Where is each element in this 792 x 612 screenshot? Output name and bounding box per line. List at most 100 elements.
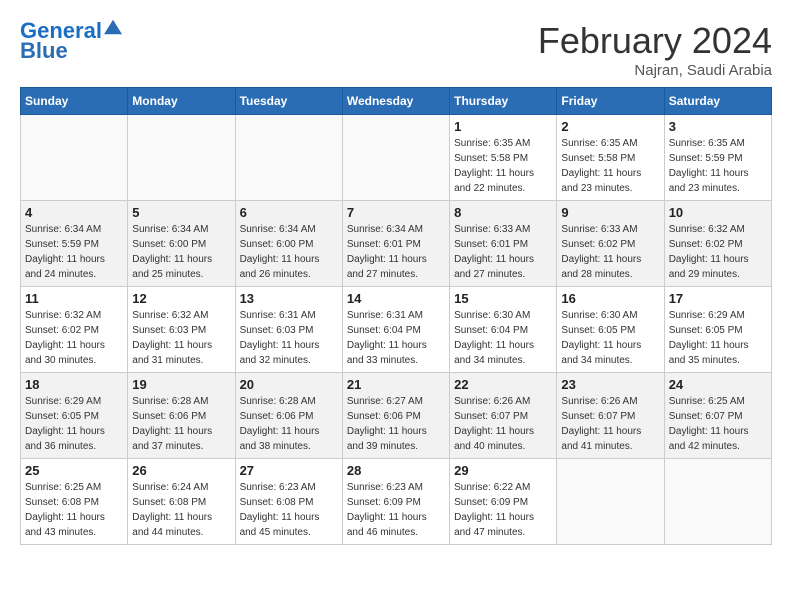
day-number: 12 xyxy=(132,291,230,306)
day-number: 3 xyxy=(669,119,767,134)
day-number: 7 xyxy=(347,205,445,220)
day-info: Sunrise: 6:23 AMSunset: 6:09 PMDaylight:… xyxy=(347,480,445,540)
day-info: Sunrise: 6:30 AMSunset: 6:04 PMDaylight:… xyxy=(454,308,552,368)
calendar-cell xyxy=(664,459,771,545)
day-number: 26 xyxy=(132,463,230,478)
calendar-cell: 27 Sunrise: 6:23 AMSunset: 6:08 PMDayligh… xyxy=(235,459,342,545)
day-number: 4 xyxy=(25,205,123,220)
day-info: Sunrise: 6:25 AMSunset: 6:07 PMDaylight:… xyxy=(669,394,767,454)
calendar-cell xyxy=(235,115,342,201)
day-number: 19 xyxy=(132,377,230,392)
calendar-cell: 6 Sunrise: 6:34 AMSunset: 6:00 PMDaylight… xyxy=(235,201,342,287)
day-number: 5 xyxy=(132,205,230,220)
day-info: Sunrise: 6:35 AMSunset: 5:59 PMDaylight:… xyxy=(669,136,767,196)
calendar-cell: 2 Sunrise: 6:35 AMSunset: 5:58 PMDaylight… xyxy=(557,115,664,201)
day-info: Sunrise: 6:31 AMSunset: 6:03 PMDaylight:… xyxy=(240,308,338,368)
calendar-cell: 10Sunrise: 6:32 AMSunset: 6:02 PMDayligh… xyxy=(664,201,771,287)
day-number: 27 xyxy=(240,463,338,478)
day-info: Sunrise: 6:34 AMSunset: 6:01 PMDaylight:… xyxy=(347,222,445,282)
day-info: Sunrise: 6:25 AMSunset: 6:08 PMDaylight:… xyxy=(25,480,123,540)
day-info: Sunrise: 6:35 AMSunset: 5:58 PMDaylight:… xyxy=(561,136,659,196)
calendar-table: SundayMondayTuesdayWednesdayThursdayFrid… xyxy=(20,87,772,545)
day-info: Sunrise: 6:35 AMSunset: 5:58 PMDaylight:… xyxy=(454,136,552,196)
calendar-cell: 9 Sunrise: 6:33 AMSunset: 6:02 PMDaylight… xyxy=(557,201,664,287)
logo-icon xyxy=(104,18,122,36)
day-info: Sunrise: 6:34 AMSunset: 6:00 PMDaylight:… xyxy=(132,222,230,282)
day-number: 22 xyxy=(454,377,552,392)
calendar-cell: 11 Sunrise: 6:32 AMSunset: 6:02 PMDayligh… xyxy=(21,287,128,373)
calendar-cell: 19Sunrise: 6:28 AMSunset: 6:06 PMDayligh… xyxy=(128,373,235,459)
page-header: General Blue February 2024 Najran, Saudi… xyxy=(20,20,772,79)
day-info: Sunrise: 6:29 AMSunset: 6:05 PMDaylight:… xyxy=(669,308,767,368)
week-row-3: 18 Sunrise: 6:29 AMSunset: 6:05 PMDayligh… xyxy=(21,373,772,459)
day-info: Sunrise: 6:31 AMSunset: 6:04 PMDaylight:… xyxy=(347,308,445,368)
calendar-cell: 24 Sunrise: 6:25 AMSunset: 6:07 PMDayligh… xyxy=(664,373,771,459)
location-subtitle: Najran, Saudi Arabia xyxy=(538,62,772,79)
day-number: 14 xyxy=(347,291,445,306)
header-sunday: Sunday xyxy=(21,88,128,115)
day-number: 8 xyxy=(454,205,552,220)
day-number: 28 xyxy=(347,463,445,478)
day-number: 17 xyxy=(669,291,767,306)
header-friday: Friday xyxy=(557,88,664,115)
logo: General Blue xyxy=(20,20,122,64)
day-info: Sunrise: 6:24 AMSunset: 6:08 PMDaylight:… xyxy=(132,480,230,540)
header-wednesday: Wednesday xyxy=(342,88,449,115)
month-title: February 2024 xyxy=(538,20,772,62)
calendar-cell: 17 Sunrise: 6:29 AMSunset: 6:05 PMDayligh… xyxy=(664,287,771,373)
day-number: 20 xyxy=(240,377,338,392)
day-info: Sunrise: 6:23 AMSunset: 6:08 PMDaylight:… xyxy=(240,480,338,540)
calendar-cell: 16Sunrise: 6:30 AMSunset: 6:05 PMDayligh… xyxy=(557,287,664,373)
day-number: 15 xyxy=(454,291,552,306)
day-number: 6 xyxy=(240,205,338,220)
day-info: Sunrise: 6:32 AMSunset: 6:02 PMDaylight:… xyxy=(25,308,123,368)
calendar-cell: 22 Sunrise: 6:26 AMSunset: 6:07 PMDayligh… xyxy=(450,373,557,459)
calendar-cell: 12 Sunrise: 6:32 AMSunset: 6:03 PMDayligh… xyxy=(128,287,235,373)
header-monday: Monday xyxy=(128,88,235,115)
week-row-4: 25 Sunrise: 6:25 AMSunset: 6:08 PMDayligh… xyxy=(21,459,772,545)
week-row-2: 11 Sunrise: 6:32 AMSunset: 6:02 PMDayligh… xyxy=(21,287,772,373)
calendar-cell: 3 Sunrise: 6:35 AMSunset: 5:59 PMDaylight… xyxy=(664,115,771,201)
day-info: Sunrise: 6:32 AMSunset: 6:03 PMDaylight:… xyxy=(132,308,230,368)
week-row-0: 1 Sunrise: 6:35 AMSunset: 5:58 PMDaylight… xyxy=(21,115,772,201)
calendar-cell xyxy=(557,459,664,545)
header-saturday: Saturday xyxy=(664,88,771,115)
day-number: 10 xyxy=(669,205,767,220)
day-number: 24 xyxy=(669,377,767,392)
day-info: Sunrise: 6:34 AMSunset: 5:59 PMDaylight:… xyxy=(25,222,123,282)
calendar-cell: 7 Sunrise: 6:34 AMSunset: 6:01 PMDaylight… xyxy=(342,201,449,287)
day-info: Sunrise: 6:33 AMSunset: 6:02 PMDaylight:… xyxy=(561,222,659,282)
calendar-cell: 5 Sunrise: 6:34 AMSunset: 6:00 PMDaylight… xyxy=(128,201,235,287)
calendar-cell: 15 Sunrise: 6:30 AMSunset: 6:04 PMDayligh… xyxy=(450,287,557,373)
calendar-cell: 8Sunrise: 6:33 AMSunset: 6:01 PMDaylight… xyxy=(450,201,557,287)
calendar-cell xyxy=(128,115,235,201)
day-number: 2 xyxy=(561,119,659,134)
header-thursday: Thursday xyxy=(450,88,557,115)
day-info: Sunrise: 6:30 AMSunset: 6:05 PMDaylight:… xyxy=(561,308,659,368)
calendar-cell: 13 Sunrise: 6:31 AMSunset: 6:03 PMDayligh… xyxy=(235,287,342,373)
day-info: Sunrise: 6:28 AMSunset: 6:06 PMDaylight:… xyxy=(240,394,338,454)
calendar-cell xyxy=(342,115,449,201)
day-info: Sunrise: 6:34 AMSunset: 6:00 PMDaylight:… xyxy=(240,222,338,282)
day-number: 13 xyxy=(240,291,338,306)
calendar-cell: 28 Sunrise: 6:23 AMSunset: 6:09 PMDayligh… xyxy=(342,459,449,545)
calendar-cell: 29Sunrise: 6:22 AMSunset: 6:09 PMDayligh… xyxy=(450,459,557,545)
day-number: 18 xyxy=(25,377,123,392)
calendar-cell: 20 Sunrise: 6:28 AMSunset: 6:06 PMDayligh… xyxy=(235,373,342,459)
calendar-cell: 23 Sunrise: 6:26 AMSunset: 6:07 PMDayligh… xyxy=(557,373,664,459)
calendar-body: 1 Sunrise: 6:35 AMSunset: 5:58 PMDaylight… xyxy=(21,115,772,545)
day-info: Sunrise: 6:29 AMSunset: 6:05 PMDaylight:… xyxy=(25,394,123,454)
day-info: Sunrise: 6:27 AMSunset: 6:06 PMDaylight:… xyxy=(347,394,445,454)
day-number: 25 xyxy=(25,463,123,478)
day-number: 11 xyxy=(25,291,123,306)
calendar-cell: 25 Sunrise: 6:25 AMSunset: 6:08 PMDayligh… xyxy=(21,459,128,545)
calendar-cell: 1 Sunrise: 6:35 AMSunset: 5:58 PMDaylight… xyxy=(450,115,557,201)
day-number: 23 xyxy=(561,377,659,392)
day-number: 21 xyxy=(347,377,445,392)
day-info: Sunrise: 6:26 AMSunset: 6:07 PMDaylight:… xyxy=(454,394,552,454)
header-tuesday: Tuesday xyxy=(235,88,342,115)
day-number: 9 xyxy=(561,205,659,220)
calendar-cell: 14 Sunrise: 6:31 AMSunset: 6:04 PMDayligh… xyxy=(342,287,449,373)
day-info: Sunrise: 6:26 AMSunset: 6:07 PMDaylight:… xyxy=(561,394,659,454)
day-number: 1 xyxy=(454,119,552,134)
